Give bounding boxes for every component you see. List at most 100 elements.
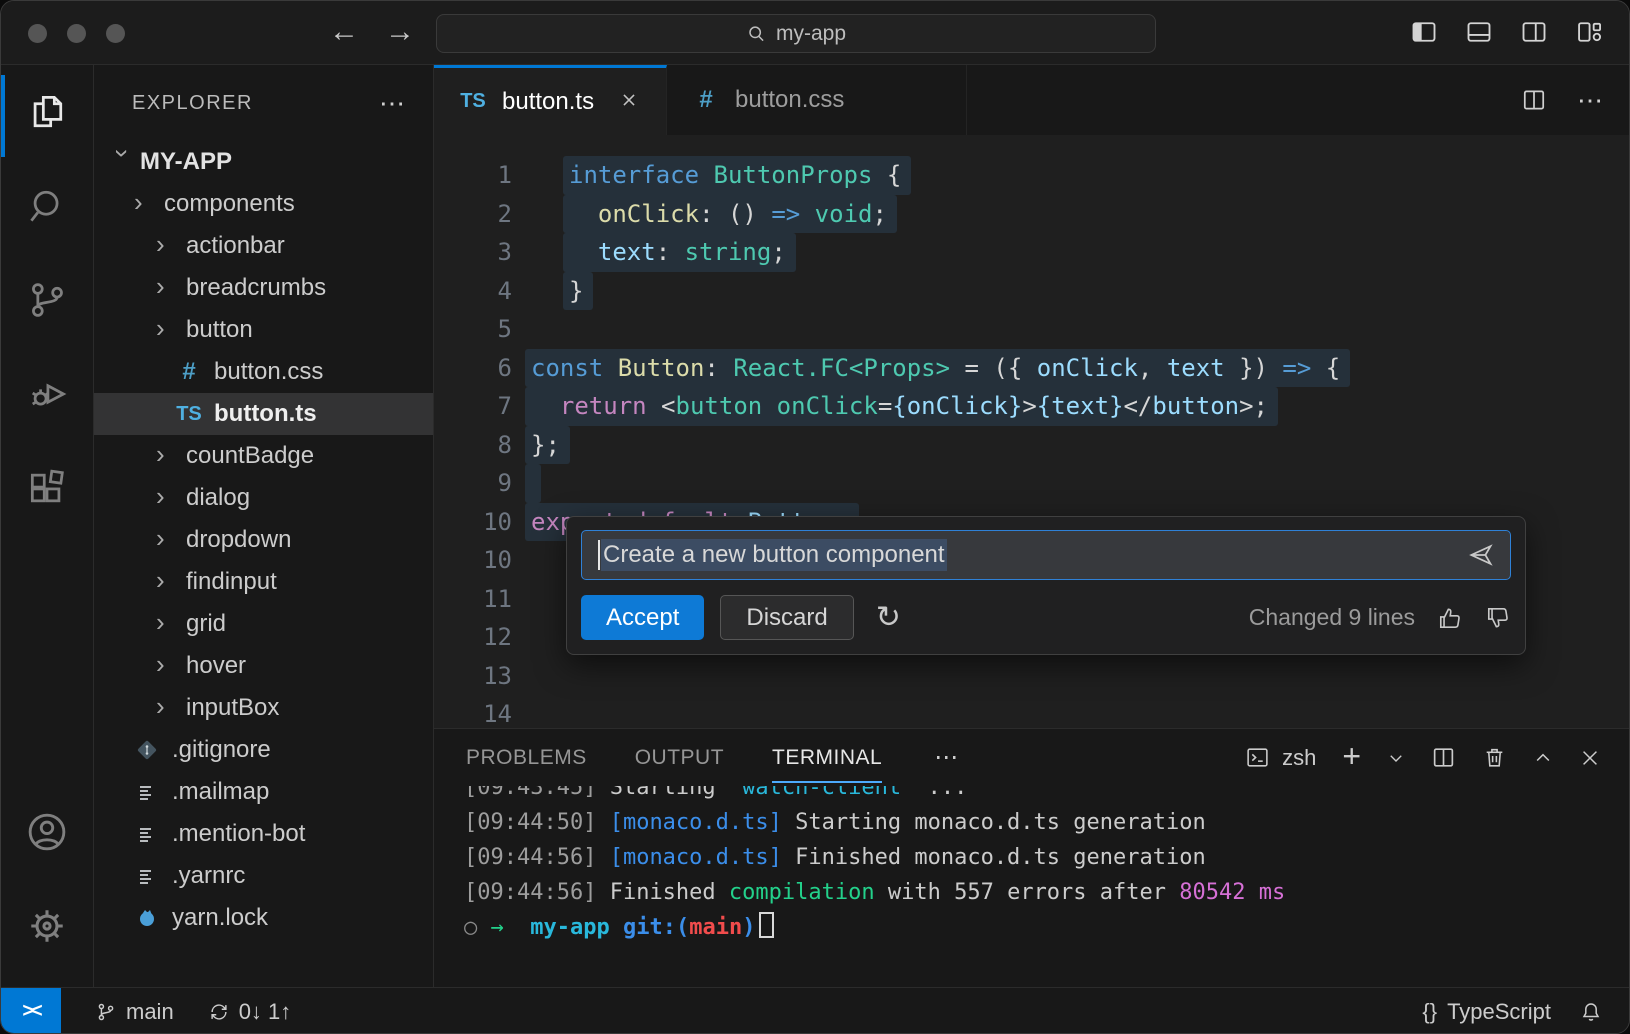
- code-line: 8};: [434, 426, 1629, 465]
- tree-item-folder[interactable]: › breadcrumbs: [94, 267, 433, 309]
- send-icon[interactable]: [1466, 541, 1494, 569]
- tree-item-folder[interactable]: › dialog: [94, 477, 433, 519]
- customize-layout-icon[interactable]: [1575, 18, 1603, 46]
- close-tab-icon[interactable]: [620, 88, 638, 116]
- tree-item-file[interactable]: yarn.lock: [94, 897, 433, 939]
- toggle-panel-icon[interactable]: [1465, 18, 1493, 46]
- search-view-icon[interactable]: [1, 159, 94, 253]
- code-line: 5: [434, 310, 1629, 349]
- accept-button[interactable]: Accept: [581, 595, 704, 640]
- notifications-bell-icon[interactable]: [1579, 1000, 1603, 1024]
- language-mode[interactable]: {} TypeScript: [1422, 999, 1551, 1025]
- split-terminal-icon[interactable]: [1431, 745, 1456, 770]
- tree-item-folder[interactable]: › dropdown: [94, 519, 433, 561]
- run-and-debug-view-icon[interactable]: [1, 347, 94, 441]
- tree-item-file-selected[interactable]: TS button.ts: [94, 393, 433, 435]
- terminal-cursor: [759, 912, 774, 938]
- code-line: 3 text: string;: [434, 233, 1629, 272]
- activity-bar: [1, 65, 94, 987]
- chevron-right-icon: ›: [156, 525, 178, 551]
- shell-name-label[interactable]: zsh: [1282, 745, 1316, 771]
- tab-label: button.css: [735, 86, 844, 114]
- chevron-right-icon: ›: [156, 231, 178, 257]
- tree-item-folder[interactable]: › components: [94, 183, 433, 225]
- discard-button[interactable]: Discard: [720, 595, 853, 640]
- tab-terminal[interactable]: TERMINAL: [772, 729, 882, 786]
- source-control-view-icon[interactable]: [1, 253, 94, 347]
- tab-button-ts[interactable]: TS button.ts: [434, 65, 667, 135]
- tree-item-folder[interactable]: › hover: [94, 645, 433, 687]
- editor-more-actions-icon[interactable]: ⋯: [1577, 85, 1605, 116]
- gitignore-file-icon: [130, 738, 164, 762]
- branch-icon: [95, 1001, 117, 1023]
- workspace-title: my-app: [776, 22, 846, 46]
- close-panel-icon[interactable]: [1579, 747, 1601, 769]
- command-center-search[interactable]: my-app: [436, 14, 1156, 53]
- settings-gear-icon[interactable]: [1, 879, 94, 973]
- back-icon[interactable]: ←: [329, 15, 359, 49]
- tab-button-css[interactable]: # button.css: [667, 65, 967, 135]
- code-editor[interactable]: 1interface ButtonProps { 2 onClick: () =…: [434, 135, 1629, 728]
- css-file-icon: #: [172, 358, 206, 386]
- tree-item-folder[interactable]: › button: [94, 309, 433, 351]
- explorer-more-actions-icon[interactable]: ⋯: [379, 88, 407, 119]
- active-view-indicator: [1, 75, 5, 157]
- terminal-dropdown-chevron-icon[interactable]: [1387, 749, 1405, 767]
- tree-item-file[interactable]: .mention-bot: [94, 813, 433, 855]
- sync-status[interactable]: 0↓ 1↑: [208, 999, 292, 1025]
- kill-terminal-trash-icon[interactable]: [1482, 745, 1507, 770]
- tree-item-folder[interactable]: › grid: [94, 603, 433, 645]
- toggle-primary-sidebar-icon[interactable]: [1410, 18, 1438, 46]
- tab-output[interactable]: OUTPUT: [635, 729, 724, 786]
- tree-item-folder[interactable]: › inputBox: [94, 687, 433, 729]
- rerun-request-icon[interactable]: ↻: [876, 600, 901, 635]
- forward-icon[interactable]: →: [385, 15, 415, 49]
- thumbs-up-icon[interactable]: [1437, 605, 1463, 631]
- minimize-window-button[interactable]: [67, 24, 86, 43]
- extensions-view-icon[interactable]: [1, 441, 94, 535]
- maximize-panel-chevron-icon[interactable]: [1533, 748, 1553, 768]
- tree-item-folder[interactable]: › actionbar: [94, 225, 433, 267]
- terminal-shell-icon: [1245, 745, 1270, 770]
- tab-label: button.ts: [502, 88, 594, 116]
- terminal-output[interactable]: [09:43:45] Starting 'watch-client' ... […: [434, 786, 1629, 987]
- config-file-icon: [130, 780, 164, 804]
- chevron-right-icon: ›: [134, 189, 156, 215]
- chevron-right-icon: ›: [156, 483, 178, 509]
- tree-item-file[interactable]: .gitignore: [94, 729, 433, 771]
- tree-item-file[interactable]: .mailmap: [94, 771, 433, 813]
- remote-indicator[interactable]: ><: [1, 988, 61, 1034]
- code-line: 2 onClick: () => void;: [434, 195, 1629, 234]
- config-file-icon: [130, 864, 164, 888]
- tree-item-root[interactable]: › MY-APP: [94, 141, 433, 183]
- editor-tab-bar: TS button.ts # button.css ⋯: [434, 65, 1629, 135]
- traffic-lights: [28, 24, 125, 43]
- accounts-icon[interactable]: [1, 785, 94, 879]
- close-window-button[interactable]: [28, 24, 47, 43]
- thumbs-down-icon[interactable]: [1485, 605, 1511, 631]
- tab-problems[interactable]: PROBLEMS: [466, 729, 587, 786]
- inline-chat-input-value: Create a new button component: [601, 539, 947, 571]
- inline-chat-input[interactable]: Create a new button component: [581, 530, 1511, 580]
- chevron-right-icon: ›: [156, 273, 178, 299]
- config-file-icon: [130, 822, 164, 846]
- tree-item-folder[interactable]: › findinput: [94, 561, 433, 603]
- branch-name: main: [126, 999, 174, 1025]
- explorer-view-icon[interactable]: [1, 65, 94, 159]
- terminal-line: [09:43:45] Starting 'watch-client' ...: [464, 786, 1629, 805]
- toggle-secondary-sidebar-icon[interactable]: [1520, 18, 1548, 46]
- terminal-line: [09:44:50] [monaco.d.ts] Starting monaco…: [464, 805, 1629, 840]
- chevron-right-icon: ›: [156, 609, 178, 635]
- file-tree: › MY-APP › components › actionbar › brea…: [94, 141, 433, 939]
- sync-counts: 0↓ 1↑: [239, 999, 292, 1025]
- git-branch-status[interactable]: main: [95, 999, 174, 1025]
- language-name: TypeScript: [1447, 999, 1551, 1025]
- zoom-window-button[interactable]: [106, 24, 125, 43]
- tree-item-folder[interactable]: › countBadge: [94, 435, 433, 477]
- split-editor-icon[interactable]: [1521, 87, 1547, 113]
- new-terminal-icon[interactable]: +: [1342, 740, 1361, 772]
- tree-item-file[interactable]: # button.css: [94, 351, 433, 393]
- panel-more-tabs-icon[interactable]: ⋯: [934, 743, 960, 772]
- tree-item-file[interactable]: .yarnrc: [94, 855, 433, 897]
- terminal-prompt: ○ → my-app git:(main): [464, 910, 1629, 945]
